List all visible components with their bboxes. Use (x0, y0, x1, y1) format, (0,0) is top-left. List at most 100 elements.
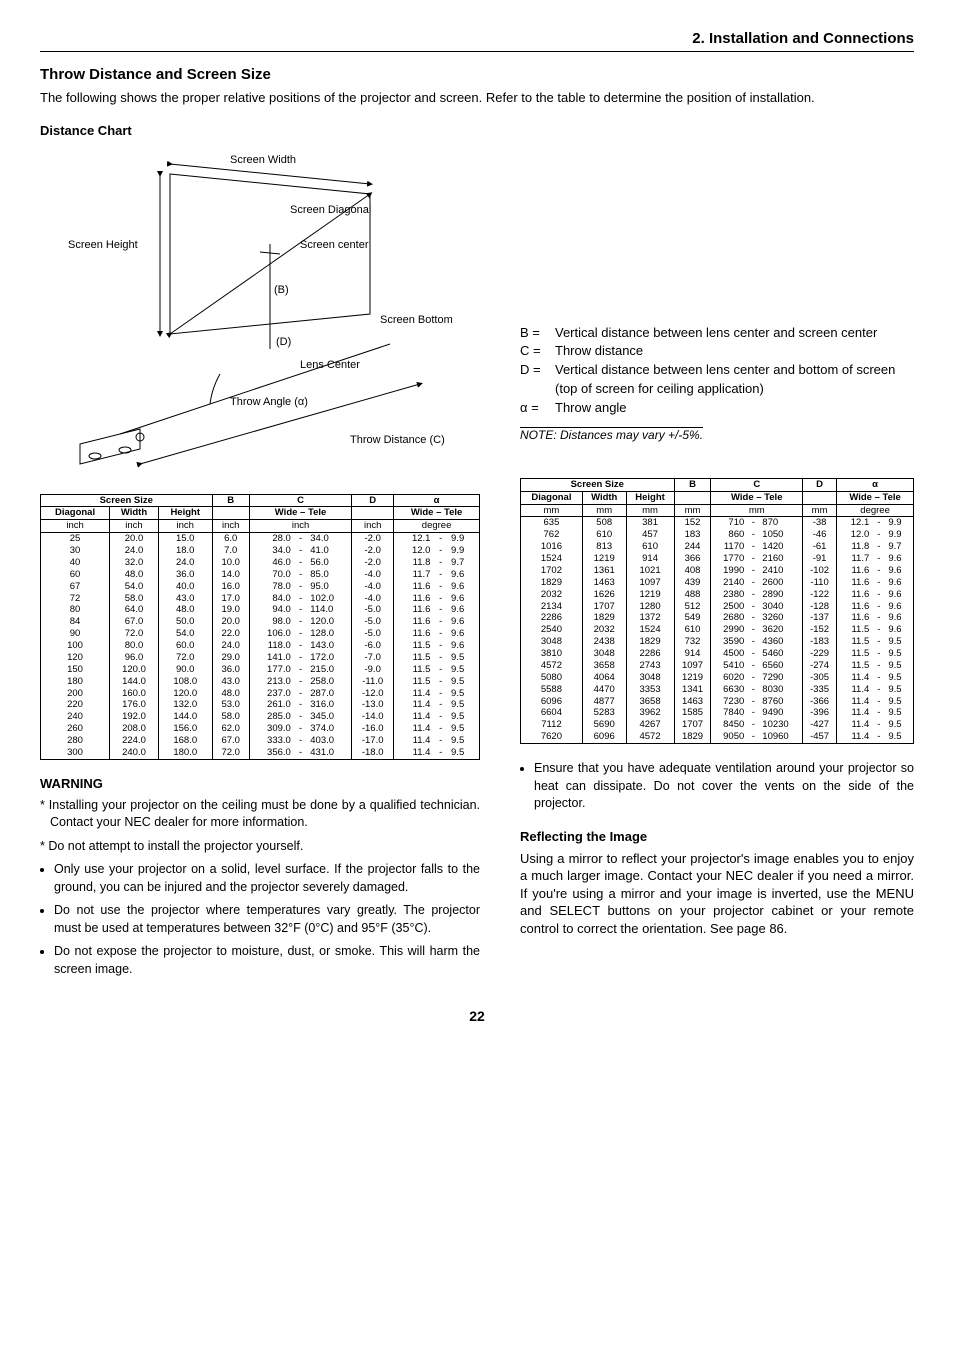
cell: 635 (521, 517, 583, 529)
cell: 200 (41, 688, 110, 700)
cell: 2380 (711, 589, 747, 601)
cell: - (294, 557, 307, 569)
cell: 6604 (521, 707, 583, 719)
cell: 2134 (521, 601, 583, 613)
cell: - (294, 545, 307, 557)
cell: 3353 (626, 684, 674, 696)
cell: 183 (674, 529, 711, 541)
label-screen-diagonal: Screen Diagonal (290, 204, 371, 216)
cell: -16.0 (352, 723, 394, 735)
cell: 11.6 (394, 616, 434, 628)
cell: -4.0 (352, 593, 394, 605)
cell: - (747, 719, 759, 731)
cell: 4267 (626, 719, 674, 731)
cell: -5.0 (352, 616, 394, 628)
cell: 43.0 (158, 593, 212, 605)
cell: -13.0 (352, 699, 394, 711)
cell: - (294, 628, 307, 640)
cell: 3962 (626, 707, 674, 719)
cell: 78.0 (249, 581, 293, 593)
cell: 40.0 (158, 581, 212, 593)
cell: 70.0 (249, 569, 293, 581)
cell: 9.5 (885, 672, 913, 684)
cell: 58.0 (212, 711, 249, 723)
cell: 237.0 (249, 688, 293, 700)
cell: 54.0 (110, 581, 159, 593)
cell: 72 (41, 593, 110, 605)
cell: -152 (803, 624, 837, 636)
table-row: 55884470335313416630-8030-33511.4-9.5 (521, 684, 914, 696)
cell: -137 (803, 612, 837, 624)
cell: 90 (41, 628, 110, 640)
note: NOTE: Distances may vary +/-5%. (520, 428, 914, 442)
cell: - (872, 517, 885, 529)
cell: 96.0 (110, 652, 159, 664)
cell: 9.5 (885, 684, 913, 696)
cell: - (872, 696, 885, 708)
cell: 11.8 (837, 541, 873, 553)
cell: - (294, 711, 307, 723)
cell: - (294, 581, 307, 593)
table-row: 2520.015.06.028.0-34.0-2.012.1-9.9 (41, 533, 480, 545)
cell: - (872, 529, 885, 541)
cell: 5283 (582, 707, 626, 719)
cell: 6020 (711, 672, 747, 684)
th-alpha: α (394, 494, 480, 507)
cell: - (433, 711, 448, 723)
cell: 9.6 (885, 612, 913, 624)
cell: 6096 (582, 731, 626, 743)
def-b-key: B = (520, 324, 555, 343)
intro-text: The following shows the proper relative … (40, 89, 914, 107)
cell: 1524 (521, 553, 583, 565)
cell: 11.4 (394, 735, 434, 747)
cell: 28.0 (249, 533, 293, 545)
cell: 457 (626, 529, 674, 541)
cell: 114.0 (307, 604, 351, 616)
cell: 58.0 (110, 593, 159, 605)
warning-bullet-list: Only use your projector on a solid, leve… (40, 861, 480, 978)
cell: 1626 (582, 589, 626, 601)
cell: 488 (674, 589, 711, 601)
cell: 260 (41, 723, 110, 735)
cell: 11.7 (394, 569, 434, 581)
unit: mm (582, 504, 626, 517)
cell: -102 (803, 565, 837, 577)
cell: 9.6 (885, 601, 913, 613)
unit: mm (674, 504, 711, 517)
cell: 244 (674, 541, 711, 553)
cell: 9.5 (448, 723, 479, 735)
cell: 11.4 (837, 719, 873, 731)
th-wide-tele-alpha: Wide – Tele (837, 491, 914, 504)
table-row: 66045283396215857840-9490-39611.4-9.5 (521, 707, 914, 719)
cell: 8760 (759, 696, 802, 708)
cell: 2140 (711, 577, 747, 589)
cell: 172.0 (307, 652, 351, 664)
table-row: 3048243818297323590-4360-18311.5-9.5 (521, 636, 914, 648)
cell: 224.0 (110, 735, 159, 747)
cell: 860 (711, 529, 747, 541)
cell: 220 (41, 699, 110, 711)
cell: - (294, 533, 307, 545)
def-a-key: α = (520, 399, 555, 418)
distance-table-inch: Screen Size B C D α Diagonal Width Heigh… (40, 494, 480, 760)
cell: - (747, 660, 759, 672)
cell: 366 (674, 553, 711, 565)
cell: - (747, 636, 759, 648)
cell: 9.6 (885, 589, 913, 601)
list-item: Only use your projector on a solid, leve… (54, 861, 480, 896)
unit-deg: degree (837, 504, 914, 517)
def-c-key: C = (520, 342, 555, 361)
cell: -2.0 (352, 533, 394, 545)
cell: - (747, 553, 759, 565)
table-row: 180144.0108.043.0213.0-258.0-11.011.5-9.… (41, 676, 480, 688)
cell: - (872, 589, 885, 601)
cell: 84.0 (249, 593, 293, 605)
cell: 85.0 (307, 569, 351, 581)
cell: 132.0 (158, 699, 212, 711)
cell: 84 (41, 616, 110, 628)
list-item: Installing your projector on the ceiling… (40, 797, 480, 832)
cell: 374.0 (307, 723, 351, 735)
cell: 168.0 (158, 735, 212, 747)
th-screen-size: Screen Size (41, 494, 213, 507)
unit: mm (803, 504, 837, 517)
